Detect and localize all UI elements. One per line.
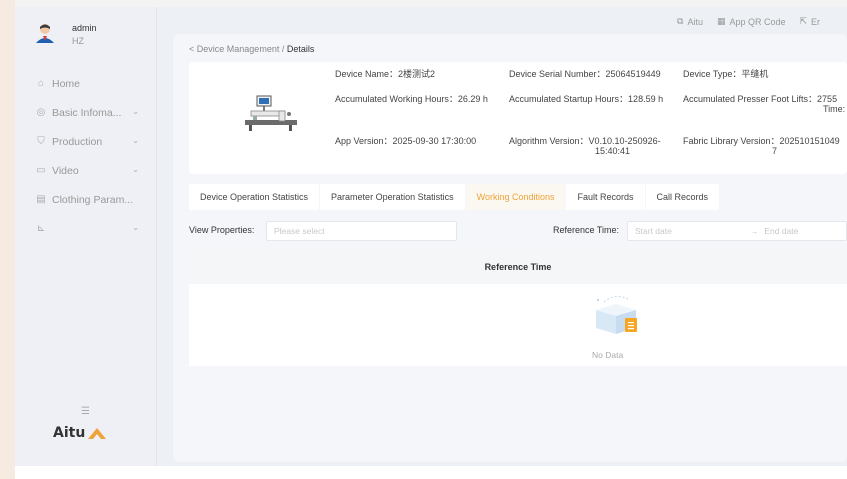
range-arrow-icon: → — [749, 226, 759, 236]
info-icon: ◎ — [36, 107, 46, 118]
filter-bar: View Properties: Please select Reference… — [189, 221, 847, 241]
empty-box-icon — [596, 296, 637, 334]
breadcrumb-current: Details — [286, 44, 315, 54]
sidebar-item-label: Production — [52, 135, 103, 148]
logo-mark-icon — [88, 428, 107, 439]
sidebar-item-basic-information[interactable]: ◎ Basic Infoma... ⌄ — [15, 98, 157, 127]
presser-foot-lifts-unit: Time: — [823, 104, 846, 114]
chevron-down-icon: ⌄ — [132, 136, 139, 145]
sidebar-item-production[interactable]: ⛉ Production ⌄ — [15, 127, 157, 156]
empty-state: No Data — [189, 284, 847, 366]
reference-time-label: Reference Time: — [553, 225, 620, 235]
header-links: ⧉ Aitu ▦ App QR Code ⇱ Er — [677, 16, 820, 27]
view-properties-label: View Properties: — [189, 225, 255, 235]
home-icon: ⌂ — [37, 78, 45, 89]
left-edge-strip — [0, 0, 15, 479]
accumulated-working-hours: Accumulated Working Hours：26.29 h — [335, 94, 488, 104]
sidebar-item-label: Basic Infoma... — [52, 106, 122, 119]
device-serial-number: Device Serial Number：25064519449 — [509, 69, 661, 79]
sidebar-item-home[interactable]: ⌂ Home — [15, 69, 157, 98]
reference-time-range-picker[interactable]: Start date → End date — [627, 221, 847, 241]
header-link-label: Aitu — [687, 16, 703, 27]
column-header-reference-time[interactable]: Reference Time — [485, 262, 552, 272]
table-header: Reference Time — [189, 249, 847, 284]
device-info-panel: Device Name：2楼测试2 Device Serial Number：2… — [189, 62, 847, 174]
sidebar-item-video[interactable]: ▭ Video ⌄ — [15, 156, 157, 185]
user-org: HZ — [72, 36, 84, 46]
header-link-export[interactable]: ⇱ Er — [800, 16, 821, 27]
chevron-down-icon: ⌄ — [132, 107, 139, 116]
no-data-label: No Data — [592, 350, 624, 360]
user-name: admin — [72, 23, 97, 33]
end-date-input[interactable]: End date — [764, 226, 798, 236]
sidebar-item-statistics[interactable]: ⊾ ⌄ — [15, 214, 157, 243]
tab-call-records[interactable]: Call Records — [645, 184, 720, 210]
app-window: admin HZ ⌂ Home ◎ Basic Infoma... ⌄ ⛉ Pr… — [15, 7, 847, 468]
view-properties-placeholder: Please select — [274, 226, 325, 236]
tab-working-conditions[interactable]: Working Conditions — [465, 184, 566, 210]
tab-fault-records[interactable]: Fault Records — [566, 184, 645, 210]
fabric-library-version: Fabric Library Version：202510151049 — [683, 136, 840, 146]
algorithm-version: Algorithm Version：V0.10.10-250926- — [509, 136, 661, 146]
device-name: Device Name：2楼测试2 — [335, 69, 436, 79]
production-icon: ⛉ — [37, 136, 45, 147]
accumulated-startup-hours: Accumulated Startup Hours：128.59 h — [509, 94, 664, 104]
device-type: Device Type：平缝机 — [683, 69, 769, 79]
bottom-edge-strip — [15, 466, 847, 479]
chevron-down-icon: ⌄ — [132, 165, 139, 174]
tab-bar: Device Operation Statistics Parameter Op… — [189, 184, 720, 210]
sidebar-item-label: Home — [52, 77, 81, 90]
logo: Aitu — [53, 425, 107, 441]
view-properties-select[interactable]: Please select — [266, 221, 457, 241]
user-avatar-icon — [36, 24, 54, 43]
menu-collapse-icon[interactable]: ☰ — [81, 406, 90, 417]
logo-text: Aitu — [53, 425, 86, 441]
video-icon: ▭ — [36, 165, 46, 176]
user-profile[interactable]: admin HZ — [33, 21, 97, 46]
breadcrumb: < Device Management / Details — [189, 44, 314, 54]
chevron-down-icon: ⌄ — [132, 223, 139, 232]
fabric-library-version-continued: 7 — [772, 146, 778, 156]
chevron-left-icon[interactable]: < — [189, 44, 194, 54]
breadcrumb-separator: / — [281, 44, 285, 54]
header-link-aitu[interactable]: ⧉ Aitu — [677, 16, 703, 27]
sidebar-item-clothing-parameters[interactable]: ▤ Clothing Param... — [15, 185, 157, 214]
sewing-machine-image — [245, 95, 297, 131]
app-version: App Version：2025-09-30 17:30:00 — [335, 136, 477, 146]
tab-parameter-operation-statistics[interactable]: Parameter Operation Statistics — [320, 184, 465, 210]
clothing-icon: ▤ — [36, 194, 46, 205]
qr-code-icon: ▦ — [716, 16, 726, 26]
sidebar-item-label: Video — [52, 164, 79, 177]
header-link-label: App QR Code — [729, 16, 786, 27]
sidebar-nav: ⌂ Home ◎ Basic Infoma... ⌄ ⛉ Production … — [15, 69, 157, 243]
start-date-input[interactable]: Start date — [635, 226, 672, 236]
main-content: < Device Management / Details Device Nam… — [173, 34, 847, 462]
sidebar-item-label: Clothing Param... — [52, 193, 134, 206]
tab-device-operation-statistics[interactable]: Device Operation Statistics — [189, 184, 320, 210]
export-icon: ⇱ — [799, 16, 808, 26]
breadcrumb-parent[interactable]: Device Management — [197, 44, 280, 54]
top-edge-strip — [15, 0, 847, 7]
external-link-icon: ⧉ — [677, 16, 684, 26]
working-conditions-table: Reference Time No Data — [189, 249, 847, 366]
sidebar: admin HZ ⌂ Home ◎ Basic Infoma... ⌄ ⛉ Pr… — [15, 7, 157, 468]
chart-icon: ⊾ — [36, 223, 46, 234]
avatar — [33, 21, 57, 45]
accumulated-presser-foot-lifts: Accumulated Presser Foot Lifts：2755 — [683, 94, 838, 104]
algorithm-version-continued: 15:40:41 — [595, 146, 631, 156]
header-link-label: Er — [811, 16, 821, 27]
header-link-app-qr-code[interactable]: ▦ App QR Code — [717, 16, 786, 27]
